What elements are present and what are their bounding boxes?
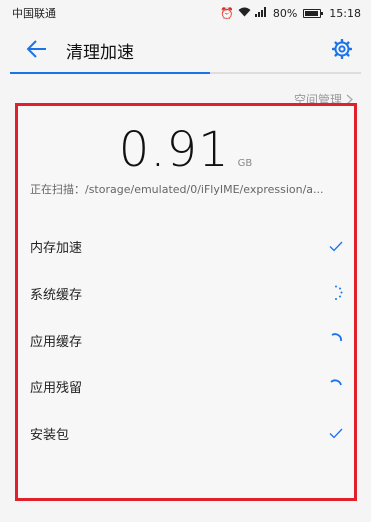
check-icon bbox=[327, 237, 345, 255]
back-arrow-icon bbox=[27, 40, 46, 58]
gear-icon bbox=[332, 39, 352, 59]
battery-percent: 80% bbox=[272, 6, 298, 20]
wifi-icon bbox=[238, 7, 251, 19]
scan-size-unit: GB bbox=[237, 158, 253, 169]
scan-status-text: 正在扫描：/storage/emulated/0/iFlyIME/express… bbox=[30, 183, 324, 196]
back-button[interactable] bbox=[22, 36, 52, 62]
status-bar: 中国联通 ⏰ 80% 15:18 bbox=[0, 0, 371, 26]
title-bar: 清理加速 bbox=[0, 26, 371, 74]
item-label: 应用残留 bbox=[30, 380, 83, 396]
carrier-label: 中国联通 bbox=[12, 7, 56, 20]
item-label: 内存加速 bbox=[30, 240, 83, 256]
settings-button[interactable] bbox=[329, 36, 355, 62]
loading-spinner-icon bbox=[327, 284, 345, 302]
item-label: 系统缓存 bbox=[30, 287, 83, 303]
list-item-system-cache[interactable]: 系统缓存 bbox=[30, 278, 345, 308]
list-item-app-residue[interactable]: 应用残留 bbox=[30, 371, 345, 401]
scan-size-value: 0.91 bbox=[118, 122, 230, 178]
status-right: ⏰ 80% 15:18 bbox=[220, 7, 361, 20]
list-item-memory-boost[interactable]: 内存加速 bbox=[30, 231, 345, 261]
battery-icon bbox=[303, 8, 324, 18]
scan-size: 0.91 GB bbox=[0, 122, 371, 178]
cell-signal-icon bbox=[254, 7, 269, 19]
clock: 15:18 bbox=[329, 6, 361, 20]
item-label: 安装包 bbox=[30, 427, 70, 443]
scan-progress-bar bbox=[10, 72, 361, 74]
page-title: 清理加速 bbox=[66, 43, 134, 63]
scan-progress-fill bbox=[10, 72, 211, 74]
item-label: 应用缓存 bbox=[30, 334, 83, 350]
check-icon bbox=[327, 424, 345, 442]
loading-spinner-icon bbox=[327, 377, 345, 395]
alarm-icon: ⏰ bbox=[220, 6, 234, 20]
list-item-install-packages[interactable]: 安装包 bbox=[30, 418, 345, 448]
list-item-app-cache[interactable]: 应用缓存 bbox=[30, 325, 345, 355]
loading-spinner-icon bbox=[327, 331, 345, 349]
